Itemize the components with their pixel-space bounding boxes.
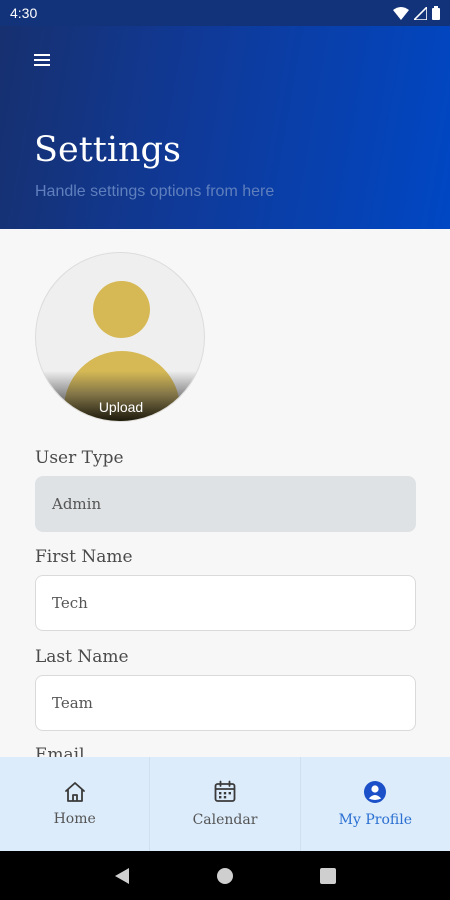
bottom-navigation: Home Calendar My Profile <box>0 757 450 851</box>
menu-button[interactable] <box>28 46 56 74</box>
profile-icon <box>364 781 387 803</box>
user-type-label: User Type <box>35 448 124 468</box>
nav-item-home[interactable]: Home <box>0 757 151 851</box>
nav-label-home: Home <box>53 811 96 827</box>
home-icon <box>64 782 85 802</box>
status-time: 4:30 <box>10 5 38 21</box>
first-name-input[interactable]: Tech <box>35 575 416 631</box>
system-navigation-bar <box>0 851 450 900</box>
system-back-button[interactable] <box>107 861 137 891</box>
battery-icon <box>432 6 440 20</box>
nav-item-calendar[interactable]: Calendar <box>150 757 301 851</box>
upload-label: Upload <box>98 399 144 415</box>
settings-form: Upload User Type Admin First Name Tech L… <box>0 229 450 757</box>
nav-label-my-profile: My Profile <box>338 812 412 828</box>
settings-header: Settings Handle settings options from he… <box>0 26 450 229</box>
first-name-label: First Name <box>35 547 133 567</box>
wifi-icon <box>393 6 409 20</box>
nav-label-calendar: Calendar <box>192 812 258 828</box>
hamburger-menu-icon <box>34 54 50 66</box>
last-name-label: Last Name <box>35 647 129 667</box>
recents-square-icon <box>320 867 337 884</box>
home-circle-icon <box>216 867 233 884</box>
page-subtitle: Handle settings options from here <box>35 183 275 200</box>
page-title: Settings <box>34 130 181 170</box>
calendar-icon <box>214 780 236 802</box>
last-name-input[interactable]: Team <box>35 675 416 731</box>
status-icons <box>393 6 440 20</box>
nav-item-my-profile[interactable]: My Profile <box>301 757 450 851</box>
signal-icon <box>414 6 427 20</box>
back-triangle-icon <box>114 867 129 884</box>
email-label: Email <box>35 745 85 757</box>
avatar-upload[interactable]: Upload <box>35 252 205 422</box>
avatar-placeholder-head <box>93 281 150 338</box>
status-bar: 4:30 <box>0 0 450 26</box>
user-type-field: Admin <box>35 476 416 532</box>
system-home-button[interactable] <box>210 861 240 891</box>
system-recents-button[interactable] <box>313 861 343 891</box>
